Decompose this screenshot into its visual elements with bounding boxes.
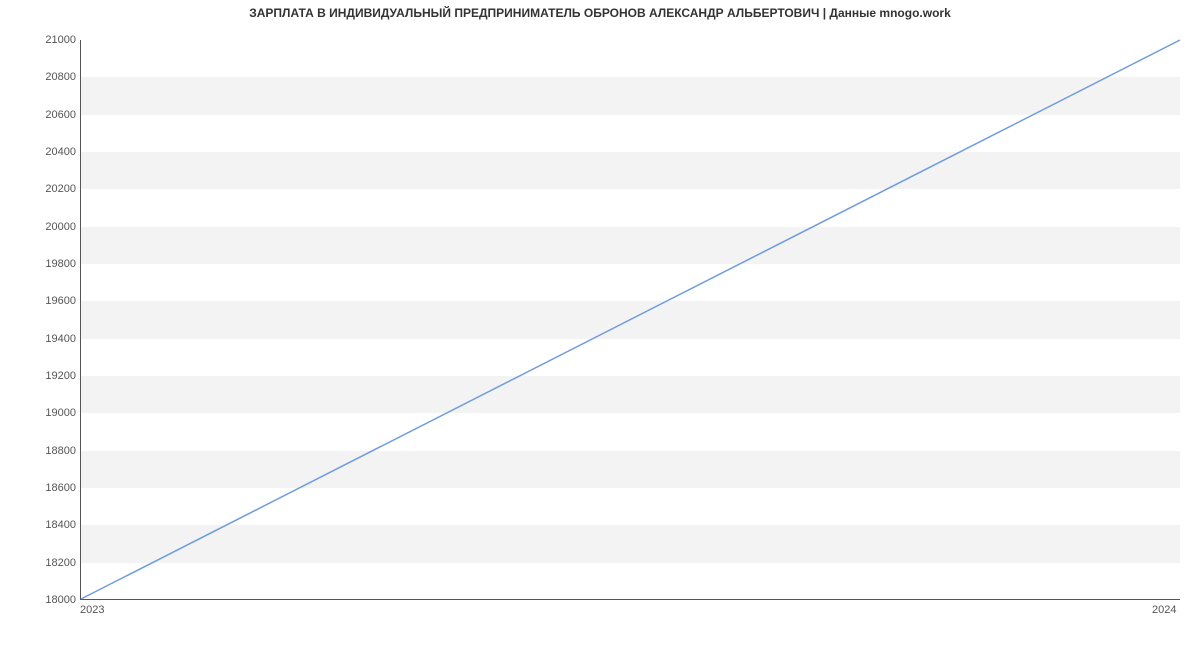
x-tick-label: 2023	[80, 604, 104, 616]
line-layer	[81, 40, 1180, 599]
y-tick-label: 18200	[26, 557, 76, 569]
x-tick-label: 2024	[1152, 604, 1176, 616]
y-tick-label: 20200	[26, 183, 76, 195]
y-tick-label: 19400	[26, 333, 76, 345]
y-tick-label: 19000	[26, 407, 76, 419]
y-tick-label: 18800	[26, 445, 76, 457]
y-tick-label: 19600	[26, 295, 76, 307]
y-tick-label: 20400	[26, 146, 76, 158]
chart-title: ЗАРПЛАТА В ИНДИВИДУАЛЬНЫЙ ПРЕДПРИНИМАТЕЛ…	[0, 6, 1200, 20]
y-tick-label: 20800	[26, 71, 76, 83]
y-tick-label: 18400	[26, 519, 76, 531]
series-line-salary	[81, 40, 1180, 599]
y-tick-label: 18000	[26, 594, 76, 606]
y-tick-label: 19800	[26, 258, 76, 270]
y-tick-label: 21000	[26, 34, 76, 46]
y-tick-label: 20000	[26, 221, 76, 233]
y-tick-label: 18600	[26, 482, 76, 494]
salary-chart: ЗАРПЛАТА В ИНДИВИДУАЛЬНЫЙ ПРЕДПРИНИМАТЕЛ…	[0, 0, 1200, 650]
y-tick-label: 20600	[26, 109, 76, 121]
y-tick-label: 19200	[26, 370, 76, 382]
plot-area	[80, 40, 1180, 600]
